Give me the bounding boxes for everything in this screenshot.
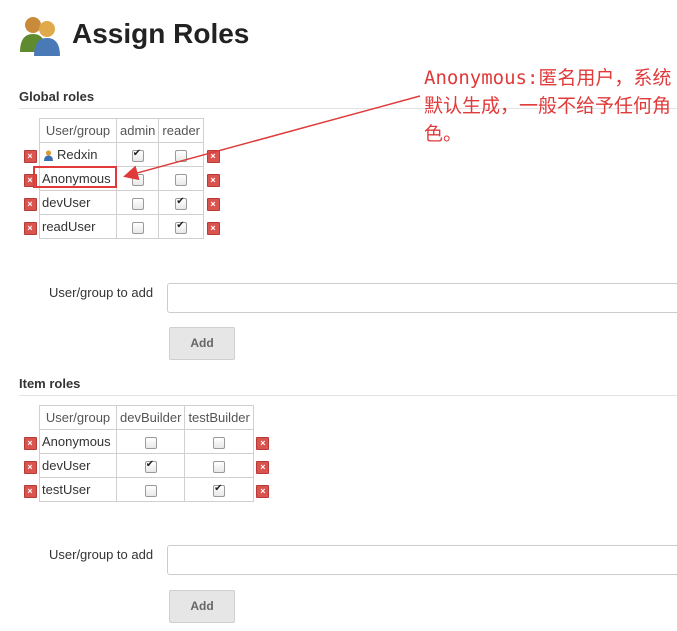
delete-row-icon[interactable]: × — [256, 436, 270, 450]
table-row: × Anonymous × — [21, 429, 272, 454]
delete-row-icon[interactable]: × — [23, 460, 37, 474]
item-add-button[interactable]: Add — [169, 590, 235, 623]
user-name: Anonymous — [42, 434, 111, 449]
item-roles-table: User/group devBuilder testBuilder × Anon… — [21, 405, 272, 502]
role-checkbox[interactable] — [213, 436, 226, 449]
delete-row-icon[interactable]: × — [23, 436, 37, 450]
role-checkbox[interactable] — [213, 460, 226, 473]
item-add-label: User/group to add — [49, 547, 154, 562]
user-name: testUser — [42, 482, 91, 497]
role-checkbox[interactable] — [144, 459, 157, 473]
annotation-text: Anonymous:匿名用户，系统默认生成，一般不给予任何角色。 — [424, 67, 672, 145]
role-checkbox[interactable] — [213, 483, 226, 497]
role-checkbox[interactable] — [144, 484, 157, 497]
global-add-label: User/group to add — [49, 285, 154, 300]
item-roles-title: Item roles — [19, 376, 81, 391]
column-header-user: User/group — [39, 405, 117, 430]
delete-row-icon[interactable]: × — [256, 484, 270, 498]
global-add-button[interactable]: Add — [169, 327, 235, 360]
section-divider — [19, 395, 677, 396]
role-checkbox[interactable] — [144, 436, 157, 449]
global-user-group-input[interactable] — [167, 283, 677, 313]
table-row: × testUser × — [21, 477, 272, 502]
user-name: devUser — [42, 458, 91, 473]
column-header-testbuilder: testBuilder — [184, 405, 254, 430]
delete-row-icon[interactable]: × — [23, 484, 37, 498]
delete-row-icon[interactable]: × — [256, 460, 270, 474]
table-row: × devUser × — [21, 453, 272, 478]
item-user-group-input[interactable] — [167, 545, 677, 575]
column-header-devbuilder: devBuilder — [115, 405, 186, 430]
